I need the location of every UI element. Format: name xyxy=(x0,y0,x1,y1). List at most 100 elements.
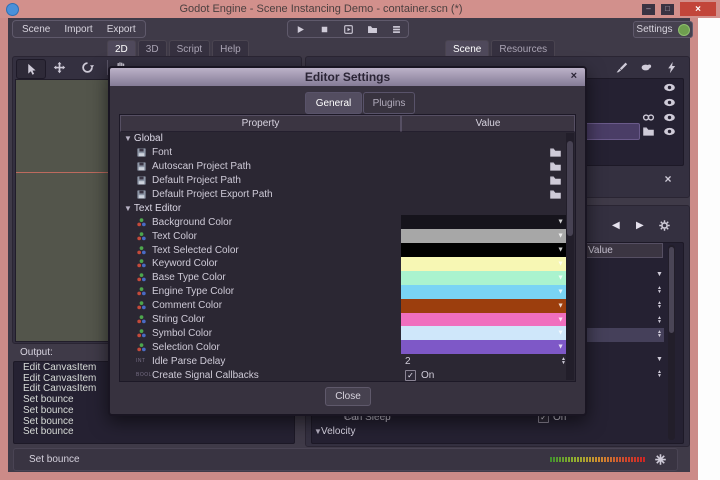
color-picker-swatch[interactable]: ▼ xyxy=(401,326,566,341)
dock-tabs: Scene Resources xyxy=(445,40,557,57)
selected-tree-item[interactable] xyxy=(585,123,640,140)
tab-resources[interactable]: Resources xyxy=(491,40,556,57)
settings-row[interactable]: Text Selected Color ▼ xyxy=(120,243,575,258)
inspector-scroll-thumb[interactable] xyxy=(669,247,674,333)
settings-button[interactable]: Settings xyxy=(633,21,693,38)
property-header: Property xyxy=(120,115,401,132)
minimize-button[interactable]: – xyxy=(642,3,655,15)
brush-tool-icon[interactable] xyxy=(615,61,628,74)
window-title: Godot Engine - Scene Instancing Demo - c… xyxy=(179,3,463,15)
menu-export[interactable]: Export xyxy=(100,24,143,35)
bool-checkbox[interactable]: ✓ xyxy=(405,369,416,381)
dialog-scrollbar[interactable] xyxy=(566,133,574,380)
spinner-icon[interactable]: ▲ ▼ xyxy=(657,330,662,339)
menu-scene[interactable]: Scene xyxy=(15,24,57,35)
close-window-button[interactable]: × xyxy=(680,2,716,16)
play-icon[interactable] xyxy=(295,24,306,35)
dropdown-icon: ▼ xyxy=(557,218,564,226)
tab-script[interactable]: Script xyxy=(168,40,211,57)
color-picker-swatch[interactable]: ▼ xyxy=(401,270,566,285)
play-custom-scene-icon[interactable] xyxy=(367,24,378,35)
inspector-row-highlight[interactable] xyxy=(584,328,664,342)
tab-plugins[interactable]: Plugins xyxy=(363,92,415,114)
settings-row[interactable]: Selection Color ▼ xyxy=(120,340,575,355)
color-picker-swatch[interactable]: ▼ xyxy=(401,257,566,271)
play-scene-icon[interactable] xyxy=(343,24,354,35)
close-x-icon: × xyxy=(664,172,672,186)
dropdown-icon[interactable]: ▼ xyxy=(656,271,663,278)
menu-import[interactable]: Import xyxy=(57,24,99,35)
color-picker-swatch[interactable]: ▼ xyxy=(401,340,566,355)
color-picker-swatch[interactable]: ▼ xyxy=(401,229,566,244)
settings-row[interactable]: ▼ Global xyxy=(120,132,575,146)
browse-folder-icon[interactable] xyxy=(549,146,562,159)
rotate-tool-icon[interactable] xyxy=(81,61,94,74)
spinner-icon[interactable]: ▲ ▼ xyxy=(657,370,662,379)
color-picker-swatch[interactable]: ▼ xyxy=(401,298,566,313)
dialog-titlebar[interactable]: Editor Settings × xyxy=(110,68,585,86)
settings-label: Settings xyxy=(636,24,673,35)
app-icon xyxy=(6,3,19,16)
tab-2d[interactable]: 2D xyxy=(107,40,136,57)
tab-help[interactable]: Help xyxy=(212,40,249,57)
color-picker-swatch[interactable]: ▼ xyxy=(401,243,566,258)
settings-row[interactable]: Comment Color ▼ xyxy=(120,298,575,313)
settings-row[interactable]: Base Type Color ▼ xyxy=(120,270,575,285)
settings-row[interactable]: Background Color ▼ xyxy=(120,215,575,230)
settings-check-icon xyxy=(677,23,690,36)
dialog-close-button[interactable]: Close xyxy=(325,387,371,406)
color-picker-swatch[interactable]: ▼ xyxy=(401,312,566,327)
settings-row[interactable]: BOOL Create Signal Callbacks ✓ On xyxy=(120,368,575,382)
visibility-eye-icon[interactable] xyxy=(663,96,676,109)
settings-row[interactable]: ▼ Text Editor xyxy=(120,201,575,215)
blob-tool-icon[interactable] xyxy=(640,61,653,74)
history-forward-icon[interactable]: ▶ xyxy=(636,220,644,231)
maximize-button[interactable]: □ xyxy=(661,3,674,15)
settings-row[interactable]: String Color ▼ xyxy=(120,312,575,327)
inspector-scrollbar[interactable] xyxy=(668,245,675,440)
tree-expand-icon[interactable]: ▼ xyxy=(124,204,132,213)
dropdown-icon: ▼ xyxy=(557,246,564,254)
history-back-icon[interactable]: ◀ xyxy=(612,220,620,231)
color-type-icon xyxy=(136,300,147,311)
settings-row[interactable]: Symbol Color ▼ xyxy=(120,326,575,341)
tab-general[interactable]: General xyxy=(305,92,362,114)
visibility-eye-icon[interactable] xyxy=(663,125,676,138)
tab-scene[interactable]: Scene xyxy=(445,40,490,57)
color-picker-swatch[interactable]: ▼ xyxy=(401,284,566,299)
settings-row[interactable]: Keyword Color ▼ xyxy=(120,257,575,271)
color-picker-swatch[interactable]: ▼ xyxy=(401,215,566,230)
spinner-icon[interactable]: ▲ ▼ xyxy=(657,316,662,325)
tree-expand-icon[interactable]: ▼ xyxy=(124,134,132,143)
stop-icon[interactable] xyxy=(319,24,330,35)
visibility-eye-icon[interactable] xyxy=(663,111,676,124)
inspector-gear-icon[interactable] xyxy=(658,219,671,232)
dock-close-button[interactable]: × xyxy=(660,171,676,187)
settings-row[interactable]: Font xyxy=(120,146,575,160)
settings-row[interactable]: INT Idle Parse Delay 2 ▲ ▼ xyxy=(120,354,575,368)
browse-folder-icon[interactable] xyxy=(549,174,562,187)
dialog-close-icon[interactable]: × xyxy=(571,70,577,82)
link-icon[interactable] xyxy=(642,111,655,124)
settings-row[interactable]: Autoscan Project Path xyxy=(120,160,575,174)
spinner-icon[interactable]: ▲ ▼ xyxy=(657,286,662,295)
pause-frames-icon[interactable] xyxy=(391,24,402,35)
dialog-scroll-thumb[interactable] xyxy=(567,141,573,236)
visibility-eye-icon[interactable] xyxy=(663,81,676,94)
move-tool-icon[interactable] xyxy=(53,61,66,74)
tab-3d[interactable]: 3D xyxy=(137,40,167,57)
dropdown-icon[interactable]: ▼ xyxy=(656,356,663,363)
browse-folder-icon[interactable] xyxy=(549,188,562,201)
spinner-icon[interactable]: ▲ ▼ xyxy=(657,301,662,310)
bolt-tool-icon[interactable] xyxy=(665,61,678,74)
subscene-folder-icon[interactable] xyxy=(642,125,655,138)
settings-row[interactable]: Default Project Path xyxy=(120,174,575,188)
table-header: Property Value xyxy=(120,115,575,132)
settings-row[interactable]: Text Color ▼ xyxy=(120,229,575,244)
select-tool-button[interactable] xyxy=(16,59,46,79)
dropdown-icon: ▼ xyxy=(557,343,564,351)
browse-folder-icon[interactable] xyxy=(549,160,562,173)
update-spinner-icon[interactable] xyxy=(654,453,667,466)
settings-row[interactable]: Engine Type Color ▼ xyxy=(120,284,575,299)
settings-row[interactable]: Default Project Export Path xyxy=(120,188,575,202)
